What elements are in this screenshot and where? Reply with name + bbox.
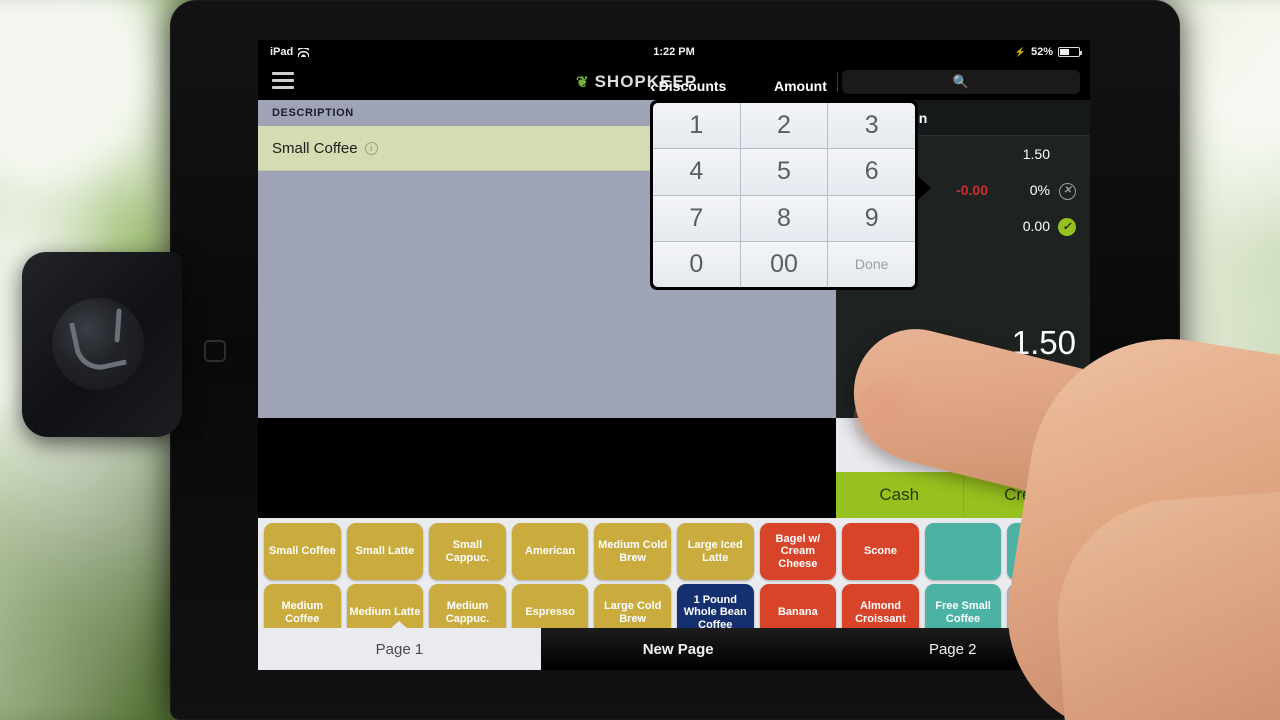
keypad-body: 1 2 3 4 5 6 7 8 9 0 00 Done xyxy=(650,100,918,290)
clear-circle-icon[interactable]: ✕ xyxy=(1059,183,1076,200)
key-5[interactable]: 5 xyxy=(740,149,828,195)
keypad-grid: 1 2 3 4 5 6 7 8 9 0 00 Done xyxy=(653,103,915,287)
product-tile[interactable]: Small Coffee xyxy=(264,523,341,580)
key-7[interactable]: 7 xyxy=(653,195,740,241)
key-9[interactable]: 9 xyxy=(828,195,915,241)
key-1[interactable]: 1 xyxy=(653,103,740,149)
home-button[interactable] xyxy=(204,340,226,362)
card-reader-dongle xyxy=(22,252,182,437)
key-done[interactable]: Done xyxy=(828,241,915,287)
tab-page-2[interactable]: Page 2 xyxy=(815,628,1090,670)
key-3[interactable]: 3 xyxy=(828,103,915,149)
product-tile[interactable]: American xyxy=(511,523,589,580)
tab-new-page[interactable]: New Page xyxy=(540,628,816,670)
save-button[interactable]: Save xyxy=(836,418,963,472)
info-icon[interactable]: i xyxy=(364,141,378,155)
tax-value: 0.00 xyxy=(1022,218,1050,234)
chevron-left-icon: ‹ xyxy=(650,76,656,96)
key-8[interactable]: 8 xyxy=(740,195,828,241)
subtotal-value: 1.50 xyxy=(1022,146,1050,162)
ipad-screen: iPad 1:22 PM ⚡ 52% ❦ SHOPKEEP 🔍 DESCRIPT… xyxy=(258,40,1090,670)
key-2[interactable]: 2 xyxy=(740,103,828,149)
secondary-action-row: Save More... xyxy=(836,418,1090,472)
product-tile[interactable]: Medium Cold Brew xyxy=(594,523,671,580)
more-button[interactable]: More... xyxy=(962,418,1090,472)
battery-icon xyxy=(1058,47,1082,57)
product-tile[interactable]: Small Cappuc. xyxy=(429,523,506,580)
product-tile[interactable]: Scone xyxy=(842,523,919,580)
ipad-device: iPad 1:22 PM ⚡ 52% ❦ SHOPKEEP 🔍 DESCRIPT… xyxy=(170,0,1180,720)
payment-action-row: Cash Credit xyxy=(836,472,1090,518)
swipe-logo-icon xyxy=(69,313,127,375)
product-tile[interactable]: Large Iced Latte xyxy=(676,523,754,580)
keypad-header: ‹ Discounts Amount xyxy=(650,72,918,100)
grand-total-value: 1.50 xyxy=(1011,324,1076,361)
cash-button[interactable]: Cash xyxy=(836,472,963,518)
key-00[interactable]: 00 xyxy=(740,241,828,287)
tile-row: Small Coffee Small Latte Small Cappuc. Amer… xyxy=(264,523,1084,580)
keypad-pointer-arrow xyxy=(918,176,931,200)
page-tab-bar: Page 1 New Page Page 2 xyxy=(258,628,1090,670)
clock-label: 1:22 PM xyxy=(653,46,695,58)
credit-button[interactable]: Credit xyxy=(962,472,1090,518)
amount-keypad-overlay: ‹ Discounts Amount 1 2 3 4 5 6 7 8 9 0 0 xyxy=(650,72,931,290)
ios-status-bar: iPad 1:22 PM ⚡ 52% xyxy=(258,40,1090,64)
charging-bolt-icon: ⚡ xyxy=(1014,46,1026,57)
back-to-discounts-button[interactable]: ‹ Discounts xyxy=(650,78,726,95)
key-6[interactable]: 6 xyxy=(828,149,915,195)
product-tile[interactable]: Bagel w/ Cream Cheese xyxy=(759,523,837,580)
discount-percent: 0% xyxy=(1029,182,1050,198)
hamburger-menu-icon[interactable] xyxy=(272,72,294,89)
product-tile[interactable] xyxy=(924,523,1002,580)
leaf-icon: ❦ xyxy=(576,74,590,91)
product-tile[interactable] xyxy=(1007,523,1084,580)
back-label: Discounts xyxy=(658,78,727,94)
product-tile[interactable]: Small Latte xyxy=(346,523,424,580)
check-circle-icon[interactable]: ✓ xyxy=(1058,217,1076,236)
key-4[interactable]: 4 xyxy=(653,149,740,195)
battery-percent-label: 52% xyxy=(1030,46,1053,58)
key-0[interactable]: 0 xyxy=(653,241,740,287)
product-tile-grid: Small Coffee Small Latte Small Cappuc. Amer… xyxy=(258,518,1090,670)
line-item-description: Small Coffee xyxy=(272,139,358,157)
tab-page-1[interactable]: Page 1 xyxy=(258,628,541,670)
keypad-title: Amount xyxy=(774,78,827,94)
column-description: DESCRIPTION xyxy=(272,107,354,119)
